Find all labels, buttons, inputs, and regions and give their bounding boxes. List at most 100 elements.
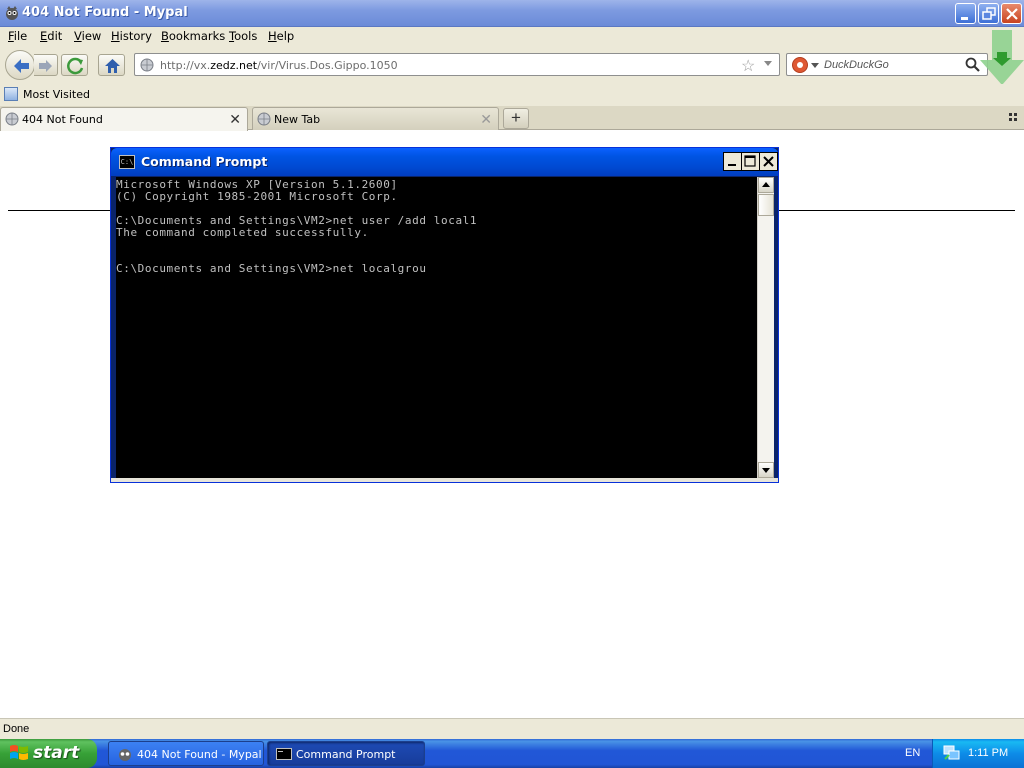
console-line: The command completed successfully. — [116, 226, 369, 239]
cmd-title: Command Prompt — [141, 154, 268, 169]
globe-icon — [140, 58, 154, 72]
search-placeholder: DuckDuckGo — [824, 59, 889, 71]
tab-strip: 404 Not Found ✕ New Tab ✕ + — [0, 106, 1024, 131]
arrow-up-icon — [762, 182, 770, 187]
close-button[interactable] — [1001, 3, 1022, 24]
navigation-toolbar: http://vx.zedz.net/vir/Virus.Dos.Gippo.1… — [0, 30, 1024, 85]
start-label: start — [33, 743, 80, 763]
cmd-minimize-button[interactable] — [723, 152, 742, 171]
language-indicator[interactable]: EN — [905, 747, 920, 759]
url-text: http://vx.zedz.net/vir/Virus.Dos.Gippo.1… — [160, 59, 398, 72]
system-tray: 1:11 PM — [932, 739, 1024, 768]
console-line: C:\Documents and Settings\VM2>net localg… — [116, 262, 427, 275]
arrow-down-icon — [762, 468, 770, 473]
cmd-title-bar[interactable]: C:\ Command Prompt — [111, 148, 778, 176]
reload-button[interactable] — [61, 54, 88, 76]
close-icon — [1006, 8, 1018, 20]
menu-bookmarks[interactable]: Bookmarks — [161, 29, 225, 43]
menu-view-accesskey: V — [74, 29, 82, 43]
search-icon[interactable] — [965, 57, 981, 73]
menu-view-label: iew — [81, 29, 102, 43]
forward-button[interactable] — [34, 54, 58, 76]
globe-icon — [257, 112, 271, 126]
forward-arrow-icon — [39, 60, 52, 72]
menu-file[interactable]: File — [8, 29, 27, 43]
browser-title-bar[interactable]: 404 Not Found - Mypal — [0, 0, 1024, 27]
maximize-icon — [744, 155, 756, 167]
bookmark-most-visited[interactable]: Most Visited — [23, 88, 90, 101]
taskbar: start 404 Not Found - Mypal Command Prom… — [0, 739, 1024, 768]
scroll-down-button[interactable] — [758, 462, 774, 478]
menu-history-label: istory — [119, 29, 152, 43]
menu-bookmarks-accesskey: B — [161, 29, 169, 43]
search-bar[interactable]: DuckDuckGo — [786, 53, 988, 76]
reload-icon — [67, 57, 84, 75]
tab-list-icon[interactable] — [1008, 112, 1018, 122]
back-arrow-icon — [14, 59, 29, 73]
menu-view[interactable]: View — [74, 29, 101, 43]
menu-file-label: ile — [13, 29, 28, 43]
url-prefix: http://vx. — [160, 59, 211, 72]
menu-help[interactable]: Help — [268, 29, 294, 43]
cmd-icon — [276, 748, 292, 760]
menu-help-accesskey: H — [268, 29, 277, 43]
restore-button[interactable] — [978, 3, 999, 24]
cmd-frame-bottom — [111, 478, 778, 482]
most-visited-folder-icon — [4, 87, 18, 101]
duckduckgo-icon[interactable] — [792, 57, 808, 73]
scroll-thumb[interactable] — [758, 194, 774, 216]
url-dropdown-icon[interactable] — [763, 59, 773, 69]
network-icon[interactable] — [943, 745, 961, 761]
plus-icon: + — [511, 108, 521, 127]
cmd-maximize-button[interactable] — [741, 152, 760, 171]
cmd-console[interactable]: Microsoft Windows XP [Version 5.1.2600] … — [116, 177, 757, 478]
menu-edit[interactable]: Edit — [40, 29, 62, 43]
home-icon — [105, 59, 120, 73]
mypal-app-icon — [6, 6, 18, 20]
menu-history[interactable]: History — [111, 29, 152, 43]
minimize-icon — [961, 17, 968, 20]
close-icon — [763, 156, 774, 167]
command-prompt-window[interactable]: C:\ Command Prompt Microsoft Windows XP … — [110, 147, 779, 483]
tab-new-tab[interactable]: New Tab ✕ — [252, 107, 499, 130]
tab-404-not-found[interactable]: 404 Not Found ✕ — [0, 107, 248, 131]
menu-tools[interactable]: Tools — [229, 29, 257, 43]
tab-label: New Tab — [274, 113, 321, 126]
cmd-scrollbar[interactable] — [757, 177, 774, 478]
restore-icon — [982, 7, 996, 20]
menu-edit-label: dit — [47, 29, 63, 43]
taskbar-item-mypal[interactable]: 404 Not Found - Mypal — [108, 741, 264, 766]
scroll-up-button[interactable] — [758, 177, 774, 193]
url-bar[interactable]: http://vx.zedz.net/vir/Virus.Dos.Gippo.1… — [134, 53, 780, 76]
menu-help-label: elp — [276, 29, 295, 43]
minimize-icon — [728, 164, 736, 166]
home-button[interactable] — [98, 54, 125, 76]
url-path: /vir/Virus.Dos.Gippo.1050 — [257, 59, 398, 72]
status-text: Done — [3, 723, 30, 735]
start-button[interactable]: start — [0, 739, 97, 768]
taskbar-item-label: 404 Not Found - Mypal — [137, 748, 262, 761]
url-host: zedz.net — [210, 59, 258, 72]
tab-close-icon[interactable]: ✕ — [229, 111, 241, 128]
globe-icon — [5, 112, 19, 126]
cmd-close-button[interactable] — [759, 152, 778, 171]
tab-close-icon[interactable]: ✕ — [480, 111, 492, 128]
bookmark-star-icon[interactable]: ☆ — [741, 56, 755, 76]
windows-flag-icon — [10, 745, 28, 760]
back-button[interactable] — [5, 50, 35, 80]
tab-label: 404 Not Found — [22, 113, 103, 126]
console-line: (C) Copyright 1985-2001 Microsoft Corp. — [116, 190, 398, 203]
window-title: 404 Not Found - Mypal — [22, 5, 188, 20]
clock: 1:11 PM — [968, 747, 1009, 759]
status-bar: Done — [0, 718, 1024, 739]
cmd-icon: C:\ — [119, 155, 135, 169]
menu-tools-label: ools — [234, 29, 258, 43]
taskbar-item-command-prompt[interactable]: Command Prompt — [267, 741, 425, 766]
menu-history-accesskey: H — [111, 29, 120, 43]
mypal-app-icon — [119, 749, 131, 761]
new-tab-button[interactable]: + — [503, 108, 529, 129]
taskbar-item-label: Command Prompt — [296, 748, 396, 761]
search-engine-dropdown-icon[interactable] — [811, 63, 819, 69]
minimize-button[interactable] — [955, 3, 976, 24]
bookmarks-toolbar: Most Visited — [0, 84, 1024, 106]
